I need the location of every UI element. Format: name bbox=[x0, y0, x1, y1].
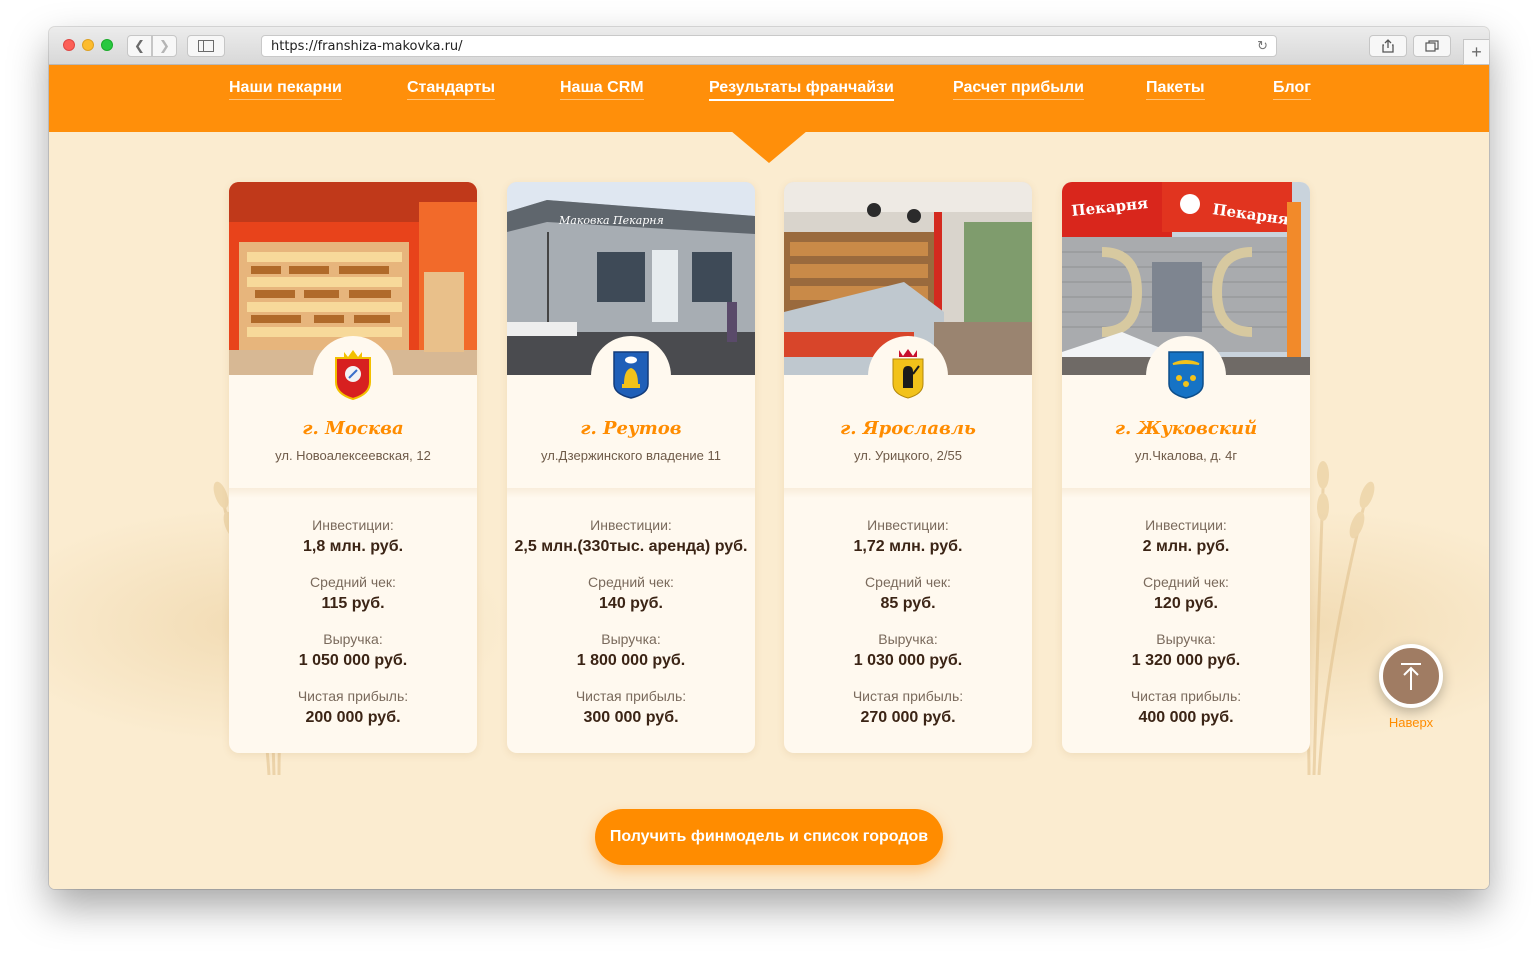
zoom-window-button[interactable] bbox=[101, 39, 113, 51]
reload-icon[interactable]: ↻ bbox=[1257, 38, 1268, 54]
card-divider bbox=[1062, 488, 1310, 498]
coat-of-arms-yaroslavl-icon bbox=[892, 349, 924, 399]
net-profit-label: Чистая прибыль: bbox=[575, 688, 687, 704]
card-address: ул. Урицкого, 2/55 bbox=[854, 448, 962, 463]
minimize-window-button[interactable] bbox=[82, 39, 94, 51]
revenue-value: 1 030 000 руб. bbox=[853, 652, 963, 669]
coat-of-arms-moscow-icon bbox=[335, 350, 371, 400]
card-divider bbox=[784, 488, 1032, 498]
avg-check-label: Средний чек: bbox=[310, 574, 396, 590]
coat-of-arms-badge bbox=[591, 336, 671, 416]
coat-of-arms-badge bbox=[313, 336, 393, 416]
sidebar-icon bbox=[198, 40, 214, 52]
revenue-label: Выручка: bbox=[323, 631, 383, 647]
main-navigation: Наши пекарни Стандарты Наша CRM Результа… bbox=[49, 65, 1489, 132]
browser-window: ❮ ❯ https://franshiza-makovka.ru/ ↻ + На… bbox=[49, 27, 1489, 889]
page-content: Наши пекарни Стандарты Наша CRM Результа… bbox=[49, 65, 1489, 889]
share-icon bbox=[1382, 39, 1394, 53]
investment-value: 1,8 млн. руб. bbox=[302, 538, 404, 555]
address-bar[interactable]: https://franshiza-makovka.ru/ ↻ bbox=[261, 35, 1277, 57]
net-profit-value: 400 000 руб. bbox=[1138, 709, 1234, 726]
card-divider bbox=[507, 488, 755, 498]
net-profit-value: 200 000 руб. bbox=[305, 709, 401, 726]
url-text: https://franshiza-makovka.ru/ bbox=[271, 39, 463, 54]
plus-icon: + bbox=[1471, 42, 1482, 62]
revenue-label: Выручка: bbox=[601, 631, 661, 647]
nav-item-franchisee-results[interactable]: Результаты франчайзи bbox=[709, 79, 894, 101]
net-profit-label: Чистая прибыль: bbox=[1130, 688, 1242, 704]
get-financial-model-button[interactable]: Получить финмодель и список городов bbox=[595, 809, 943, 865]
nav-item-packages[interactable]: Пакеты bbox=[1146, 79, 1205, 100]
investment-value: 2,5 млн.(330тыс. аренда) руб. bbox=[514, 538, 748, 555]
coat-of-arms-badge bbox=[868, 336, 948, 416]
investment-label: Инвестиции: bbox=[1145, 517, 1227, 533]
card-divider bbox=[229, 488, 477, 498]
net-profit-value: 300 000 руб. bbox=[583, 709, 679, 726]
nav-item-blog[interactable]: Блог bbox=[1273, 79, 1311, 100]
card-city: г. Жуковский bbox=[1114, 418, 1258, 439]
card-city: г. Ярославль bbox=[840, 418, 976, 439]
photo-sign-text: Маковка Пекарня bbox=[558, 214, 664, 227]
chevron-left-icon: ❮ bbox=[134, 38, 145, 53]
card-address: ул. Новоалексеевская, 12 bbox=[275, 448, 431, 463]
nav-item-profit-calc[interactable]: Расчет прибыли bbox=[953, 79, 1084, 100]
card-city: г. Реутов bbox=[580, 418, 682, 439]
active-nav-pointer bbox=[731, 131, 807, 163]
nav-item-bakeries[interactable]: Наши пекарни bbox=[229, 79, 342, 100]
coat-of-arms-reutov-icon bbox=[613, 351, 649, 399]
investment-label: Инвестиции: bbox=[590, 517, 672, 533]
avg-check-value: 120 руб. bbox=[1154, 595, 1218, 612]
sidebar-toggle-button[interactable] bbox=[187, 35, 225, 57]
nav-item-crm[interactable]: Наша CRM bbox=[560, 79, 644, 100]
scroll-to-top-label[interactable]: Наверх bbox=[1374, 715, 1448, 730]
card-address: ул.Дзержинского владение 11 bbox=[541, 448, 721, 463]
back-button[interactable]: ❮ bbox=[127, 35, 152, 57]
coat-of-arms-zhukovsky-icon bbox=[1168, 351, 1204, 399]
revenue-value: 1 050 000 руб. bbox=[298, 652, 408, 669]
avg-check-label: Средний чек: bbox=[588, 574, 674, 590]
revenue-value: 1 800 000 руб. bbox=[576, 652, 686, 669]
avg-check-label: Средний чек: bbox=[865, 574, 951, 590]
arrow-up-to-line-icon bbox=[1401, 663, 1421, 690]
avg-check-value: 140 руб. bbox=[599, 595, 663, 612]
chevron-right-icon: ❯ bbox=[159, 38, 170, 53]
card-address: ул.Чкалова, д. 4г bbox=[1134, 448, 1238, 463]
franchise-card-reutov: Маковка Пекарня г. Реутов ул.Дзержинског… bbox=[507, 182, 755, 753]
avg-check-label: Средний чек: bbox=[1143, 574, 1229, 590]
net-profit-value: 270 000 руб. bbox=[860, 709, 956, 726]
tabs-overview-button[interactable] bbox=[1413, 35, 1451, 57]
coat-of-arms-badge bbox=[1146, 336, 1226, 416]
nav-item-standards[interactable]: Стандарты bbox=[407, 79, 496, 100]
revenue-value: 1 320 000 руб. bbox=[1131, 652, 1241, 669]
revenue-label: Выручка: bbox=[878, 631, 938, 647]
new-tab-button[interactable]: + bbox=[1463, 39, 1489, 65]
investment-label: Инвестиции: bbox=[312, 517, 394, 533]
investment-label: Инвестиции: bbox=[867, 517, 949, 533]
tabs-icon bbox=[1425, 40, 1439, 52]
franchise-card-yaroslavl: г. Ярославль ул. Урицкого, 2/55 Инвестиц… bbox=[784, 182, 1032, 753]
revenue-label: Выручка: bbox=[1156, 631, 1216, 647]
investment-value: 1,72 млн. руб. bbox=[853, 538, 963, 555]
net-profit-label: Чистая прибыль: bbox=[852, 688, 964, 704]
scroll-to-top-button[interactable] bbox=[1379, 644, 1443, 708]
share-button[interactable] bbox=[1369, 35, 1407, 57]
avg-check-value: 115 руб. bbox=[321, 595, 385, 612]
browser-toolbar: ❮ ❯ https://franshiza-makovka.ru/ ↻ + bbox=[49, 27, 1489, 65]
avg-check-value: 85 руб. bbox=[880, 595, 936, 612]
franchise-card-moscow: г. Москва ул. Новоалексеевская, 12 Инвес… bbox=[229, 182, 477, 753]
franchise-card-zhukovsky: Пекарня Пекарня г. Жуковский ул.Чкалова,… bbox=[1062, 182, 1310, 753]
close-window-button[interactable] bbox=[63, 39, 75, 51]
forward-button[interactable]: ❯ bbox=[152, 35, 177, 57]
net-profit-label: Чистая прибыль: bbox=[297, 688, 409, 704]
investment-value: 2 млн. руб. bbox=[1142, 538, 1230, 555]
card-city: г. Москва bbox=[302, 418, 404, 439]
